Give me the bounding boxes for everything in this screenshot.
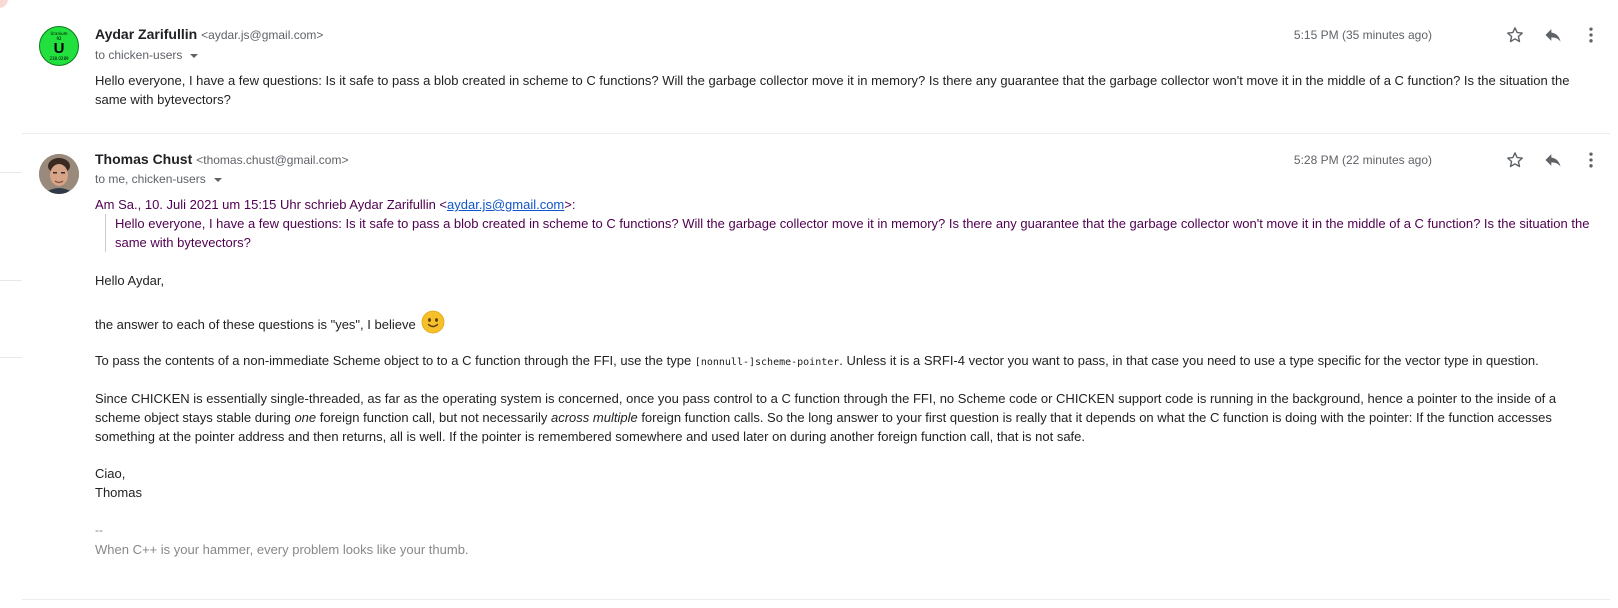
answer-text: the answer to each of these questions is… <box>95 310 1584 339</box>
avatar-element-symbol: U <box>53 40 65 57</box>
ffi-text-after: . Unless it is a SRFI-4 vector you want … <box>839 353 1539 368</box>
greeting-text: Hello Aydar, <box>95 273 165 288</box>
edge-divider <box>0 172 22 173</box>
avatar-photo-icon <box>39 154 79 194</box>
closing-text: Ciao, <box>95 466 126 481</box>
emphasis-across-multiple: across multiple <box>551 410 638 425</box>
sender-avatar[interactable] <box>39 154 79 194</box>
threading-paragraph: Since CHICKEN is essentially single-thre… <box>95 389 1584 446</box>
recipients-label: to me, chicken-users <box>95 172 206 186</box>
ffi-paragraph: To pass the contents of a non-immediate … <box>95 351 1584 372</box>
message-actions <box>1496 22 1610 48</box>
recipients-dropdown[interactable]: to chicken-users <box>95 48 199 62</box>
email-message: Uranium 92 U 238.0289 Aydar Zarifullin <… <box>22 0 1610 134</box>
reply-icon <box>1545 29 1561 42</box>
edge-divider <box>0 357 22 358</box>
email-message: Thomas Chust <thomas.chust@gmail.com> to… <box>22 134 1610 600</box>
message-time: 5:15 PM (35 minutes ago) <box>1293 28 1432 42</box>
reply-icon <box>1545 154 1561 167</box>
answer-label: the answer to each of these questions is… <box>95 317 416 332</box>
ffi-text-before: To pass the contents of a non-immediate … <box>95 353 695 368</box>
avatar-element-mass: 238.0289 <box>49 56 69 61</box>
sender-email: <aydar.js@gmail.com> <box>201 28 324 42</box>
quoted-sender-email-link[interactable]: aydar.js@gmail.com <box>447 197 564 212</box>
signoff-name: Thomas <box>95 485 142 500</box>
star-icon <box>1507 152 1523 168</box>
message-header: Thomas Chust <thomas.chust@gmail.com> <box>95 151 348 171</box>
sender-name[interactable]: Thomas Chust <box>95 151 192 167</box>
message-time: 5:28 PM (22 minutes ago) <box>1293 153 1432 167</box>
signature-quote: When C++ is your hammer, every problem l… <box>95 542 469 557</box>
caret-down-icon <box>190 53 199 58</box>
slightly-smiling-face-icon <box>421 310 445 339</box>
quoted-message: Hello everyone, I have a few questions: … <box>105 214 1604 252</box>
message-actions <box>1496 147 1610 173</box>
corner-decoration <box>0 0 8 8</box>
more-options-button[interactable] <box>1572 147 1610 173</box>
star-button[interactable] <box>1496 147 1534 173</box>
sender-avatar[interactable]: Uranium 92 U 238.0289 <box>39 26 79 66</box>
more-vert-icon <box>1589 27 1593 43</box>
edge-divider <box>0 280 22 281</box>
message-body: Hello everyone, I have a few questions: … <box>95 73 1570 107</box>
emphasis-one: one <box>294 410 317 425</box>
sender-name[interactable]: Aydar Zarifullin <box>95 26 197 42</box>
quote-attribution-text: Am Sa., 10. Juli 2021 um 15:15 Uhr schri… <box>95 197 448 212</box>
quote-attribution: Am Sa., 10. Juli 2021 um 15:15 Uhr schri… <box>95 195 576 214</box>
threading-text-2: foreign function call, but not necessari… <box>316 410 551 425</box>
recipients-dropdown[interactable]: to me, chicken-users <box>95 172 222 186</box>
signature-separator: -- <box>95 523 103 537</box>
star-icon <box>1507 27 1523 43</box>
quote-attribution-suffix: >: <box>564 197 576 212</box>
ffi-type-code: [nonnull-]scheme-pointer <box>694 357 840 368</box>
reply-button[interactable] <box>1534 147 1572 173</box>
reply-button[interactable] <box>1534 22 1572 48</box>
caret-down-icon <box>213 177 222 182</box>
recipients-label: to chicken-users <box>95 48 183 62</box>
more-options-button[interactable] <box>1572 22 1610 48</box>
star-button[interactable] <box>1496 22 1534 48</box>
sender-email: <thomas.chust@gmail.com> <box>196 153 349 167</box>
message-header: Aydar Zarifullin <aydar.js@gmail.com> <box>95 26 323 46</box>
more-vert-icon <box>1589 152 1593 168</box>
